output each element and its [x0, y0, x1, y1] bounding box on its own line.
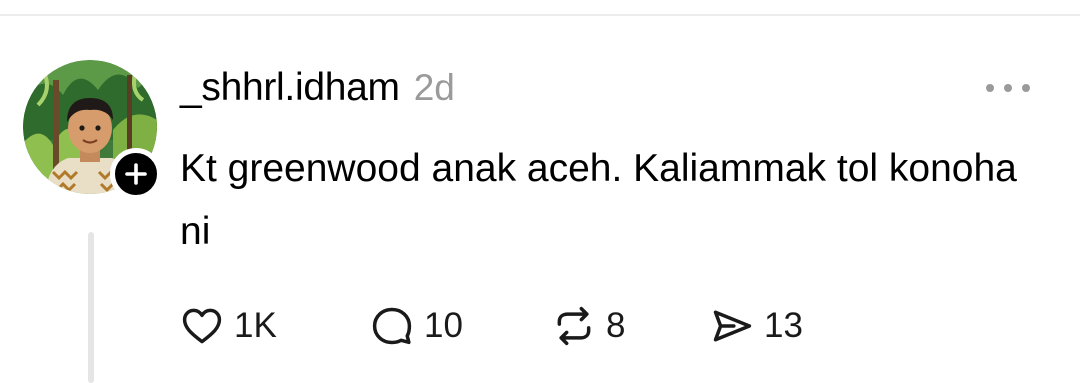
- share-button[interactable]: 13: [710, 300, 803, 352]
- like-count: 1K: [234, 306, 277, 345]
- comment-icon: [372, 307, 412, 345]
- action-bar: 1K 10 8 13: [180, 300, 803, 352]
- send-icon: [713, 310, 752, 342]
- follow-button[interactable]: [110, 148, 162, 200]
- reply-count: 10: [424, 306, 463, 345]
- more-options-button[interactable]: [982, 74, 1034, 102]
- repost-count: 8: [606, 306, 626, 345]
- top-divider: [0, 14, 1080, 16]
- more-dot: [1004, 84, 1012, 92]
- thread-line: [88, 232, 94, 383]
- plus-icon: [125, 163, 147, 185]
- avatar-container[interactable]: [23, 60, 162, 200]
- like-button[interactable]: 1K: [180, 300, 370, 352]
- post-text: Kt greenwood anak aceh. Kaliammak tol ko…: [180, 147, 1017, 253]
- username[interactable]: _shhrl.idham: [180, 66, 400, 110]
- reply-button[interactable]: 10: [370, 300, 552, 352]
- share-count: 13: [764, 306, 803, 345]
- repost-button[interactable]: 8: [552, 300, 710, 352]
- post-header: _shhrl.idham 2d: [180, 66, 455, 116]
- repost-icon: [557, 306, 591, 346]
- timestamp: 2d: [413, 67, 455, 108]
- thread-post: _shhrl.idham 2d Kt greenwood anak aceh. …: [0, 0, 1080, 383]
- more-dot: [1022, 84, 1030, 92]
- heart-icon: [182, 308, 222, 344]
- more-horizontal-icon: [986, 84, 994, 92]
